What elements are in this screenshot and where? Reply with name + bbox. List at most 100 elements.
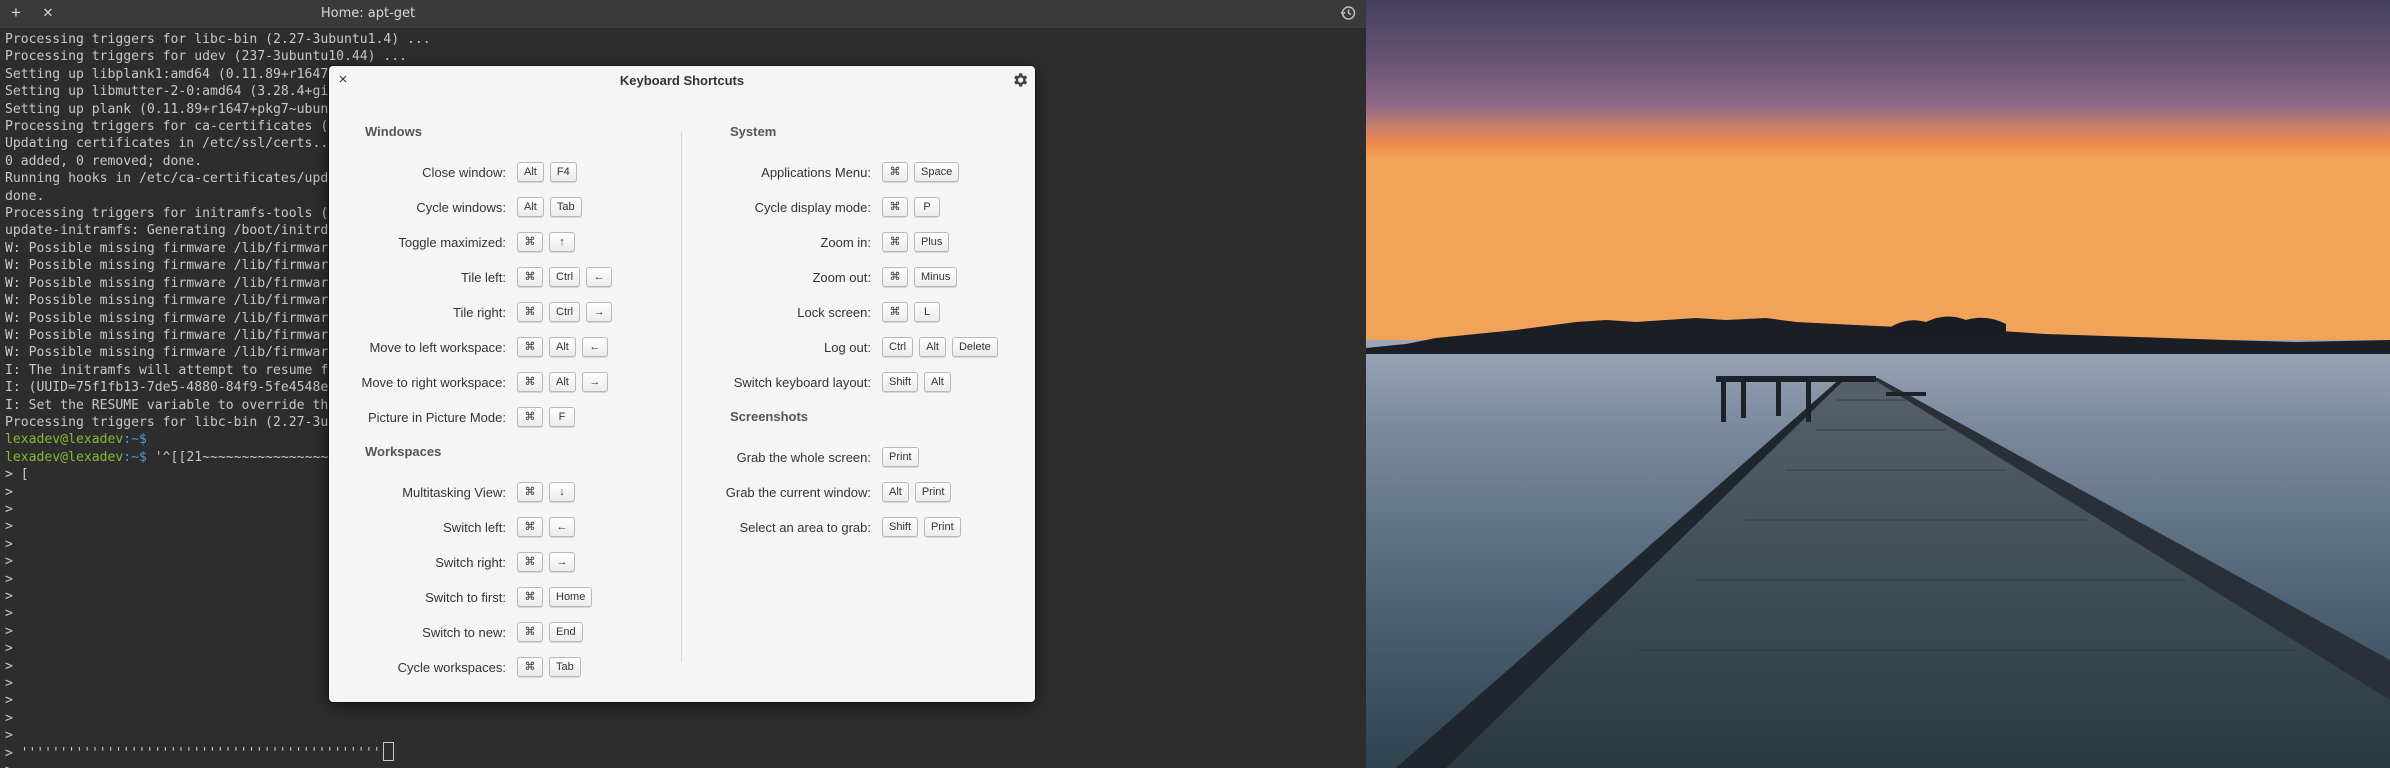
shortcut-keys: ⌘ Home [517, 587, 598, 607]
keycap: P [914, 197, 940, 217]
keycap: Shift [882, 372, 919, 392]
keycap: Space [914, 162, 960, 182]
shortcut-label: Grab the current window: [725, 485, 871, 500]
shortcut-keys: ⌘ Space [882, 162, 965, 182]
shortcut-row: Grab the current window: Alt Print [329, 482, 1035, 504]
terminal-continuation-line: > [5, 710, 13, 726]
keycap: Alt [919, 337, 946, 357]
keycap: Print [882, 447, 919, 467]
shortcut-label: Grab the whole screen: [736, 450, 871, 465]
shortcut-row: Zoom in: ⌘ Plus [329, 232, 1035, 254]
keycap: ⌘ [517, 407, 543, 427]
keyboard-shortcuts-dialog: × Keyboard Shortcuts Windows Close window… [329, 66, 1035, 702]
terminal-cursor [382, 742, 394, 761]
shortcut-keys: Print [882, 447, 925, 467]
shortcut-keys: ⌘ Plus [882, 232, 955, 252]
new-tab-button[interactable]: + [6, 3, 26, 23]
shortcut-keys: ⌘ Minus [882, 267, 963, 287]
terminal-line: Processing triggers for libc-bin (2.27-3… [5, 32, 431, 47]
terminal-line: Processing triggers for udev (237-3ubunt… [5, 49, 408, 65]
shortcut-row: Cycle display mode: ⌘ P [329, 197, 1035, 219]
terminal-continuation-line: > [5, 762, 1365, 768]
terminal-title: Home: apt-get [320, 6, 416, 21]
dialog-header: × Keyboard Shortcuts [329, 66, 1035, 96]
prompt-user: lexadev@lexadev [5, 432, 124, 448]
keycap: Minus [914, 267, 958, 287]
shortcut-label: Lock screen: [797, 305, 871, 320]
shortcut-label: Cycle workspaces: [397, 660, 506, 675]
keycap: Home [549, 587, 593, 607]
shortcut-keys: ⌘ F [517, 407, 581, 427]
prompt-path: :~$ [123, 432, 147, 448]
shortcut-label: Switch to new: [422, 625, 506, 640]
keycap: ⌘ [517, 622, 543, 642]
shortcut-row: Switch to new: ⌘ End [329, 622, 1035, 644]
shortcut-label: Log out: [824, 340, 871, 355]
shortcut-row: Switch to first: ⌘ Home [329, 587, 1035, 609]
keycap: ⌘ [517, 587, 543, 607]
shortcut-keys: Alt Print [882, 482, 957, 502]
keycap: Ctrl [882, 337, 914, 357]
keycap: Alt [924, 372, 951, 392]
shortcut-keys: Shift Print [882, 517, 967, 537]
shortcut-row: Log out: Ctrl Alt Delete [329, 337, 1035, 359]
jetty-sunset-image [1366, 0, 2390, 768]
shortcut-keys: ⌘ L [882, 302, 946, 322]
shortcut-row: Switch keyboard layout: Shift Alt [329, 372, 1035, 394]
keycap: F [549, 407, 575, 427]
terminal-bottom-text: ''''''''''''''''''''''''''''''''''''''''… [5, 746, 381, 761]
keycap: → [549, 552, 575, 572]
shortcut-row: Cycle workspaces: ⌘ Tab [329, 657, 1035, 679]
shortcut-label: Switch right: [435, 555, 506, 570]
history-icon[interactable] [1340, 5, 1356, 21]
keycap: ⌘ [882, 267, 908, 287]
keycap: Plus [914, 232, 950, 252]
keycap: Print [914, 482, 952, 502]
keycap: ⌘ [882, 162, 908, 182]
gear-icon[interactable] [1011, 71, 1029, 89]
keycap: Shift [882, 517, 919, 537]
shortcut-label: Cycle display mode: [754, 200, 871, 215]
shortcut-label: Switch to first: [425, 590, 506, 605]
prompt-user: lexadev@lexadev [5, 449, 124, 465]
shortcut-row: Grab the whole screen: Print [329, 447, 1035, 469]
terminal-input-line[interactable]: ''''''''''''''''''''''''''''''''''''''''… [5, 742, 394, 761]
shortcut-label: Picture in Picture Mode: [367, 410, 506, 425]
shortcut-row: Lock screen: ⌘ L [329, 302, 1035, 324]
keycap: ⌘ [882, 197, 908, 217]
keycap: ⌘ [517, 657, 543, 677]
prompt-path: :~$ [123, 449, 147, 465]
shortcut-label: Applications Menu: [761, 165, 871, 180]
shortcut-keys: Ctrl Alt Delete [882, 337, 1004, 357]
shortcut-label: Select an area to grab: [739, 520, 871, 535]
keycap: Delete [951, 337, 998, 357]
keycap: ⌘ [882, 232, 908, 252]
shortcut-row: Select an area to grab: Shift Print [329, 517, 1035, 539]
shortcut-keys: ⌘ Tab [517, 657, 587, 677]
shortcut-row: Picture in Picture Mode: ⌘ F [329, 407, 1035, 429]
shortcut-label: Switch keyboard layout: [733, 375, 871, 390]
keycap: Print [924, 517, 961, 537]
keycap: Tab [549, 657, 581, 677]
section-title-system: System [730, 124, 777, 139]
shortcut-row: Zoom out: ⌘ Minus [329, 267, 1035, 289]
keycap: L [914, 302, 940, 322]
shortcut-keys: ⌘ P [882, 197, 946, 217]
shortcut-keys: ⌘ → [517, 552, 581, 572]
desktop-wallpaper [1366, 0, 2390, 768]
keycap: Alt [882, 482, 909, 502]
shortcut-label: Zoom in: [820, 235, 871, 250]
section-title-windows: Windows [365, 124, 422, 139]
dialog-title: Keyboard Shortcuts [619, 73, 745, 88]
shortcut-keys: ⌘ End [517, 622, 589, 642]
terminal-titlebar: + ✕ Home: apt-get [0, 0, 1366, 29]
shortcut-label: Zoom out: [812, 270, 871, 285]
shortcut-keys: Shift Alt [882, 372, 957, 392]
shortcut-row: Switch right: ⌘ → [329, 552, 1035, 574]
close-tab-button[interactable]: ✕ [38, 3, 58, 23]
keycap: ⌘ [882, 302, 908, 322]
keycap: End [549, 622, 583, 642]
keycap: ⌘ [517, 552, 543, 572]
section-title-screenshots: Screenshots [730, 409, 809, 424]
shortcut-row: Applications Menu: ⌘ Space [329, 162, 1035, 184]
